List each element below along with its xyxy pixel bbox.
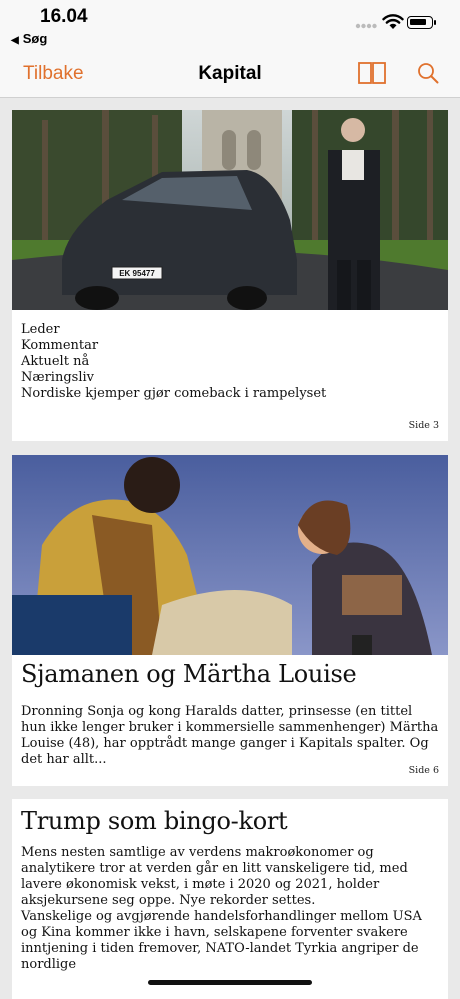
back-to-app-link[interactable]: ◀ Søg: [11, 31, 47, 46]
article-excerpt: Mens nesten samtlige av verdens makroøko…: [21, 845, 441, 973]
status-time: 16.04: [40, 6, 88, 27]
search-icon[interactable]: [417, 62, 439, 84]
excerpt-paragraph: Mens nesten samtlige av verdens makroøko…: [21, 845, 408, 908]
section-item[interactable]: Leder: [21, 322, 326, 338]
page-number: Side 6: [408, 765, 439, 776]
excerpt-paragraph: Vanskelige og avgjørende handelsforhandl…: [21, 909, 422, 972]
section-item[interactable]: Aktuelt nå: [21, 354, 326, 370]
article-card-2[interactable]: Sjamanen og Märtha Louise Dronning Sonja…: [12, 455, 448, 786]
navigation-bar: Tilbake Kapital: [0, 52, 460, 98]
battery-icon: [407, 16, 436, 29]
back-triangle-icon: ◀: [11, 35, 19, 46]
wifi-icon: [382, 14, 404, 29]
article-card-1[interactable]: EK 95477 Leder Kommentar Aktuelt nå Næri…: [12, 110, 448, 441]
article-headline[interactable]: Trump som bingo-kort: [21, 807, 288, 835]
home-indicator[interactable]: [148, 980, 312, 985]
shaman-photo: [12, 455, 448, 655]
section-item[interactable]: Næringsliv: [21, 370, 326, 386]
article-headline[interactable]: Sjamanen og Märtha Louise: [21, 660, 357, 688]
page-number: Side 3: [408, 420, 439, 431]
section-item[interactable]: Nordiske kjemper gjør comeback i rampely…: [21, 386, 326, 402]
hearse-photo: EK 95477: [12, 110, 448, 310]
section-item[interactable]: Kommentar: [21, 338, 326, 354]
back-app-label: Søg: [22, 31, 48, 46]
section-list: Leder Kommentar Aktuelt nå Næringsliv No…: [21, 322, 326, 402]
status-bar: 16.04 ◀ Søg: [0, 0, 460, 52]
article-card-3[interactable]: Trump som bingo-kort Mens nesten samtlig…: [12, 799, 448, 999]
signal-dots-icon: [355, 23, 377, 29]
book-icon[interactable]: [358, 62, 386, 84]
license-plate: EK 95477: [119, 269, 155, 278]
article-excerpt: Dronning Sonja og kong Haralds datter, p…: [21, 704, 439, 767]
page-title: Kapital: [198, 63, 262, 84]
